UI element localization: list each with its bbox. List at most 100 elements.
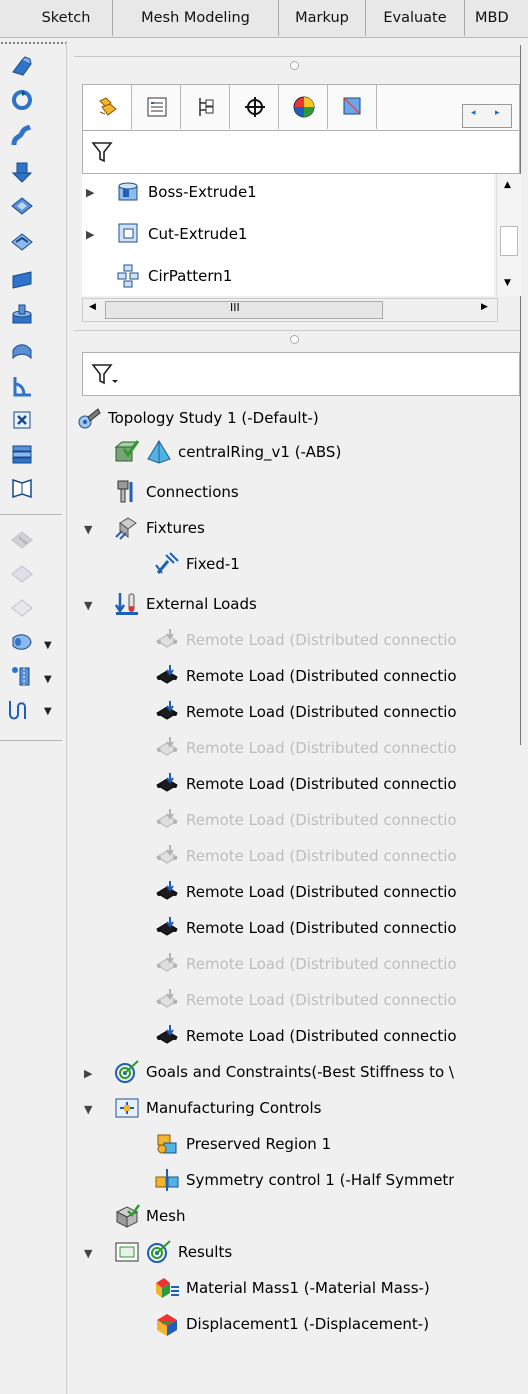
manager-tab-scroll[interactable]: ◂ ▸ xyxy=(462,104,512,128)
dimxpert-tab[interactable] xyxy=(230,85,279,129)
swept-boss-icon[interactable] xyxy=(10,124,34,148)
helix-dropdown-caret[interactable]: ▼ xyxy=(44,674,52,685)
sweep-cut-icon[interactable] xyxy=(10,562,34,586)
collapse-arrow-icon[interactable]: ▼ xyxy=(84,599,92,612)
curve-icon[interactable] xyxy=(10,476,34,500)
scroll-right-icon[interactable]: ▶ xyxy=(481,302,488,312)
tree-item-remote-load-suppressed[interactable]: Remote Load (Distributed connectio xyxy=(154,732,457,764)
expand-arrow-icon[interactable]: ▶ xyxy=(86,186,94,199)
instant3d-icon[interactable] xyxy=(10,630,34,654)
curves-dropdown-caret[interactable]: ▼ xyxy=(44,706,52,717)
toolbar-grip[interactable] xyxy=(0,41,66,45)
tree-item-remote-load[interactable]: Remote Load (Distributed connectio xyxy=(154,768,457,800)
curves-flyout-icon[interactable] xyxy=(8,698,32,722)
extruded-boss-icon[interactable] xyxy=(10,54,34,78)
connections-icon xyxy=(114,479,140,505)
scroll-up-icon[interactable]: ▲ xyxy=(504,180,511,190)
fillet-icon[interactable] xyxy=(10,230,34,254)
dimxpert-icon xyxy=(245,97,265,117)
helix-icon[interactable] xyxy=(10,664,34,688)
tree-item-displacement[interactable]: Displacement1 (-Displacement-) xyxy=(154,1308,429,1340)
filter-icon[interactable] xyxy=(89,139,115,165)
scroll-left-icon[interactable]: ◀ xyxy=(89,302,96,312)
extruded-cut-icon[interactable] xyxy=(10,160,34,184)
tree-item-remote-load-suppressed[interactable]: Remote Load (Distributed connectio xyxy=(154,840,457,872)
tree-item-manufacturing-controls[interactable]: ▼ Manufacturing Controls xyxy=(74,1092,321,1124)
remote-load-icon xyxy=(154,699,180,725)
tree-item-results[interactable]: ▼ Results xyxy=(74,1236,232,1268)
tree-item-external-loads[interactable]: ▼ External Loads xyxy=(74,588,257,620)
tab-sketch[interactable]: Sketch xyxy=(20,0,113,36)
tree-item-fixed-1[interactable]: Fixed-1 xyxy=(154,548,240,580)
configuration-manager-icon xyxy=(199,98,214,116)
tree-item-remote-load-suppressed[interactable]: Remote Load (Distributed connectio xyxy=(154,948,457,980)
tab-mesh-modeling[interactable]: Mesh Modeling xyxy=(113,0,279,36)
display-manager-icon xyxy=(293,96,315,118)
tree-item-remote-load[interactable]: Remote Load (Distributed connectio xyxy=(154,696,457,728)
tree-item-cirpattern1[interactable]: CirPattern1 xyxy=(82,260,232,292)
scroll-right-icon[interactable]: ▸ xyxy=(495,108,500,118)
hscroll-thumb[interactable]: III xyxy=(105,301,383,319)
scroll-left-icon[interactable]: ◂ xyxy=(471,108,476,118)
tree-item-mesh[interactable]: Mesh xyxy=(114,1200,186,1232)
tree-item-material-mass[interactable]: Material Mass1 (-Material Mass-) xyxy=(154,1272,430,1304)
configuration-manager-tab[interactable] xyxy=(181,85,230,129)
feature-filter-box[interactable] xyxy=(82,130,520,174)
toolbar-divider xyxy=(0,514,62,515)
loft-icon[interactable] xyxy=(10,596,34,620)
instant3d-dropdown-caret[interactable]: ▼ xyxy=(44,640,52,651)
hole-wizard-icon[interactable] xyxy=(10,194,34,218)
study-filter-box[interactable] xyxy=(82,352,520,396)
collapse-arrow-icon[interactable]: ▼ xyxy=(84,1103,92,1116)
top-splitter[interactable] xyxy=(74,56,520,73)
scroll-down-icon[interactable]: ▼ xyxy=(504,278,511,288)
feature-tree: ▶ Boss-Extrude1 ▶ Cut-Extrude1 CirPatter… xyxy=(82,174,494,296)
feature-tree-tab[interactable] xyxy=(83,85,132,129)
tree-item-remote-load[interactable]: Remote Load (Distributed connectio xyxy=(154,876,457,908)
vscroll-thumb[interactable] xyxy=(500,226,518,256)
filter-dropdown-icon[interactable] xyxy=(89,361,118,387)
tab-evaluate[interactable]: Evaluate xyxy=(366,0,465,36)
tree-item-boss-extrude1[interactable]: ▶ Boss-Extrude1 xyxy=(82,176,257,208)
fixed-geometry-icon xyxy=(154,551,180,577)
tree-item-remote-load-suppressed[interactable]: Remote Load (Distributed connectio xyxy=(154,804,457,836)
tree-item-remote-load-suppressed[interactable]: Remote Load (Distributed connectio xyxy=(154,624,457,656)
tree-item-remote-load-suppressed[interactable]: Remote Load (Distributed connectio xyxy=(154,984,457,1016)
remote-load-icon xyxy=(154,987,180,1013)
expand-arrow-icon[interactable]: ▶ xyxy=(84,1067,92,1080)
reference-plane-icon[interactable] xyxy=(10,268,34,292)
tree-item-part[interactable]: centralRing_v1 (-ABS) xyxy=(114,436,341,468)
shell-icon[interactable] xyxy=(10,302,34,326)
remote-load-icon xyxy=(154,1023,180,1049)
tree-item-goals-constraints[interactable]: ▶ Goals and Constraints(-Best Stiffness … xyxy=(74,1056,454,1088)
tree-item-symmetry-control[interactable]: Symmetry control 1 (-Half Symmetr xyxy=(154,1164,454,1196)
collapse-arrow-icon[interactable]: ▼ xyxy=(84,1247,92,1260)
tab-markup[interactable]: Markup xyxy=(279,0,366,36)
feature-tree-hscroll[interactable]: ◀ III ▶ xyxy=(82,298,498,322)
tree-item-remote-load[interactable]: Remote Load (Distributed connectio xyxy=(154,660,457,692)
collapse-arrow-icon[interactable]: ▼ xyxy=(84,523,92,536)
revolved-boss-icon[interactable] xyxy=(10,88,34,112)
tree-item-connections[interactable]: Connections xyxy=(114,476,239,508)
simulation-tab[interactable] xyxy=(328,85,377,129)
property-manager-tab[interactable] xyxy=(132,85,181,129)
rib-icon[interactable] xyxy=(10,374,34,398)
wrap-icon[interactable] xyxy=(10,408,34,432)
tree-item-cut-extrude1[interactable]: ▶ Cut-Extrude1 xyxy=(82,218,247,250)
tree-item-topology-study[interactable]: Topology Study 1 (-Default-) xyxy=(76,402,319,434)
toolbar-separator xyxy=(66,41,67,1394)
draft-icon[interactable] xyxy=(10,340,34,364)
tree-item-preserved-region[interactable]: Preserved Region 1 xyxy=(154,1128,331,1160)
expand-arrow-icon[interactable]: ▶ xyxy=(86,228,94,241)
remote-load-icon xyxy=(154,627,180,653)
tree-item-remote-load[interactable]: Remote Load (Distributed connectio xyxy=(154,1020,457,1052)
tab-mbd[interactable]: MBD xyxy=(465,0,528,36)
tree-item-remote-load[interactable]: Remote Load (Distributed connectio xyxy=(154,912,457,944)
remote-load-icon xyxy=(154,735,180,761)
tree-item-fixtures[interactable]: ▼ Fixtures xyxy=(74,512,205,544)
bottom-splitter[interactable] xyxy=(74,330,520,347)
feature-tree-vscroll[interactable]: ▲ ▼ xyxy=(496,174,521,296)
display-manager-tab[interactable] xyxy=(279,85,328,129)
mirror-icon[interactable] xyxy=(10,442,34,466)
linear-pattern-icon[interactable] xyxy=(10,528,34,552)
